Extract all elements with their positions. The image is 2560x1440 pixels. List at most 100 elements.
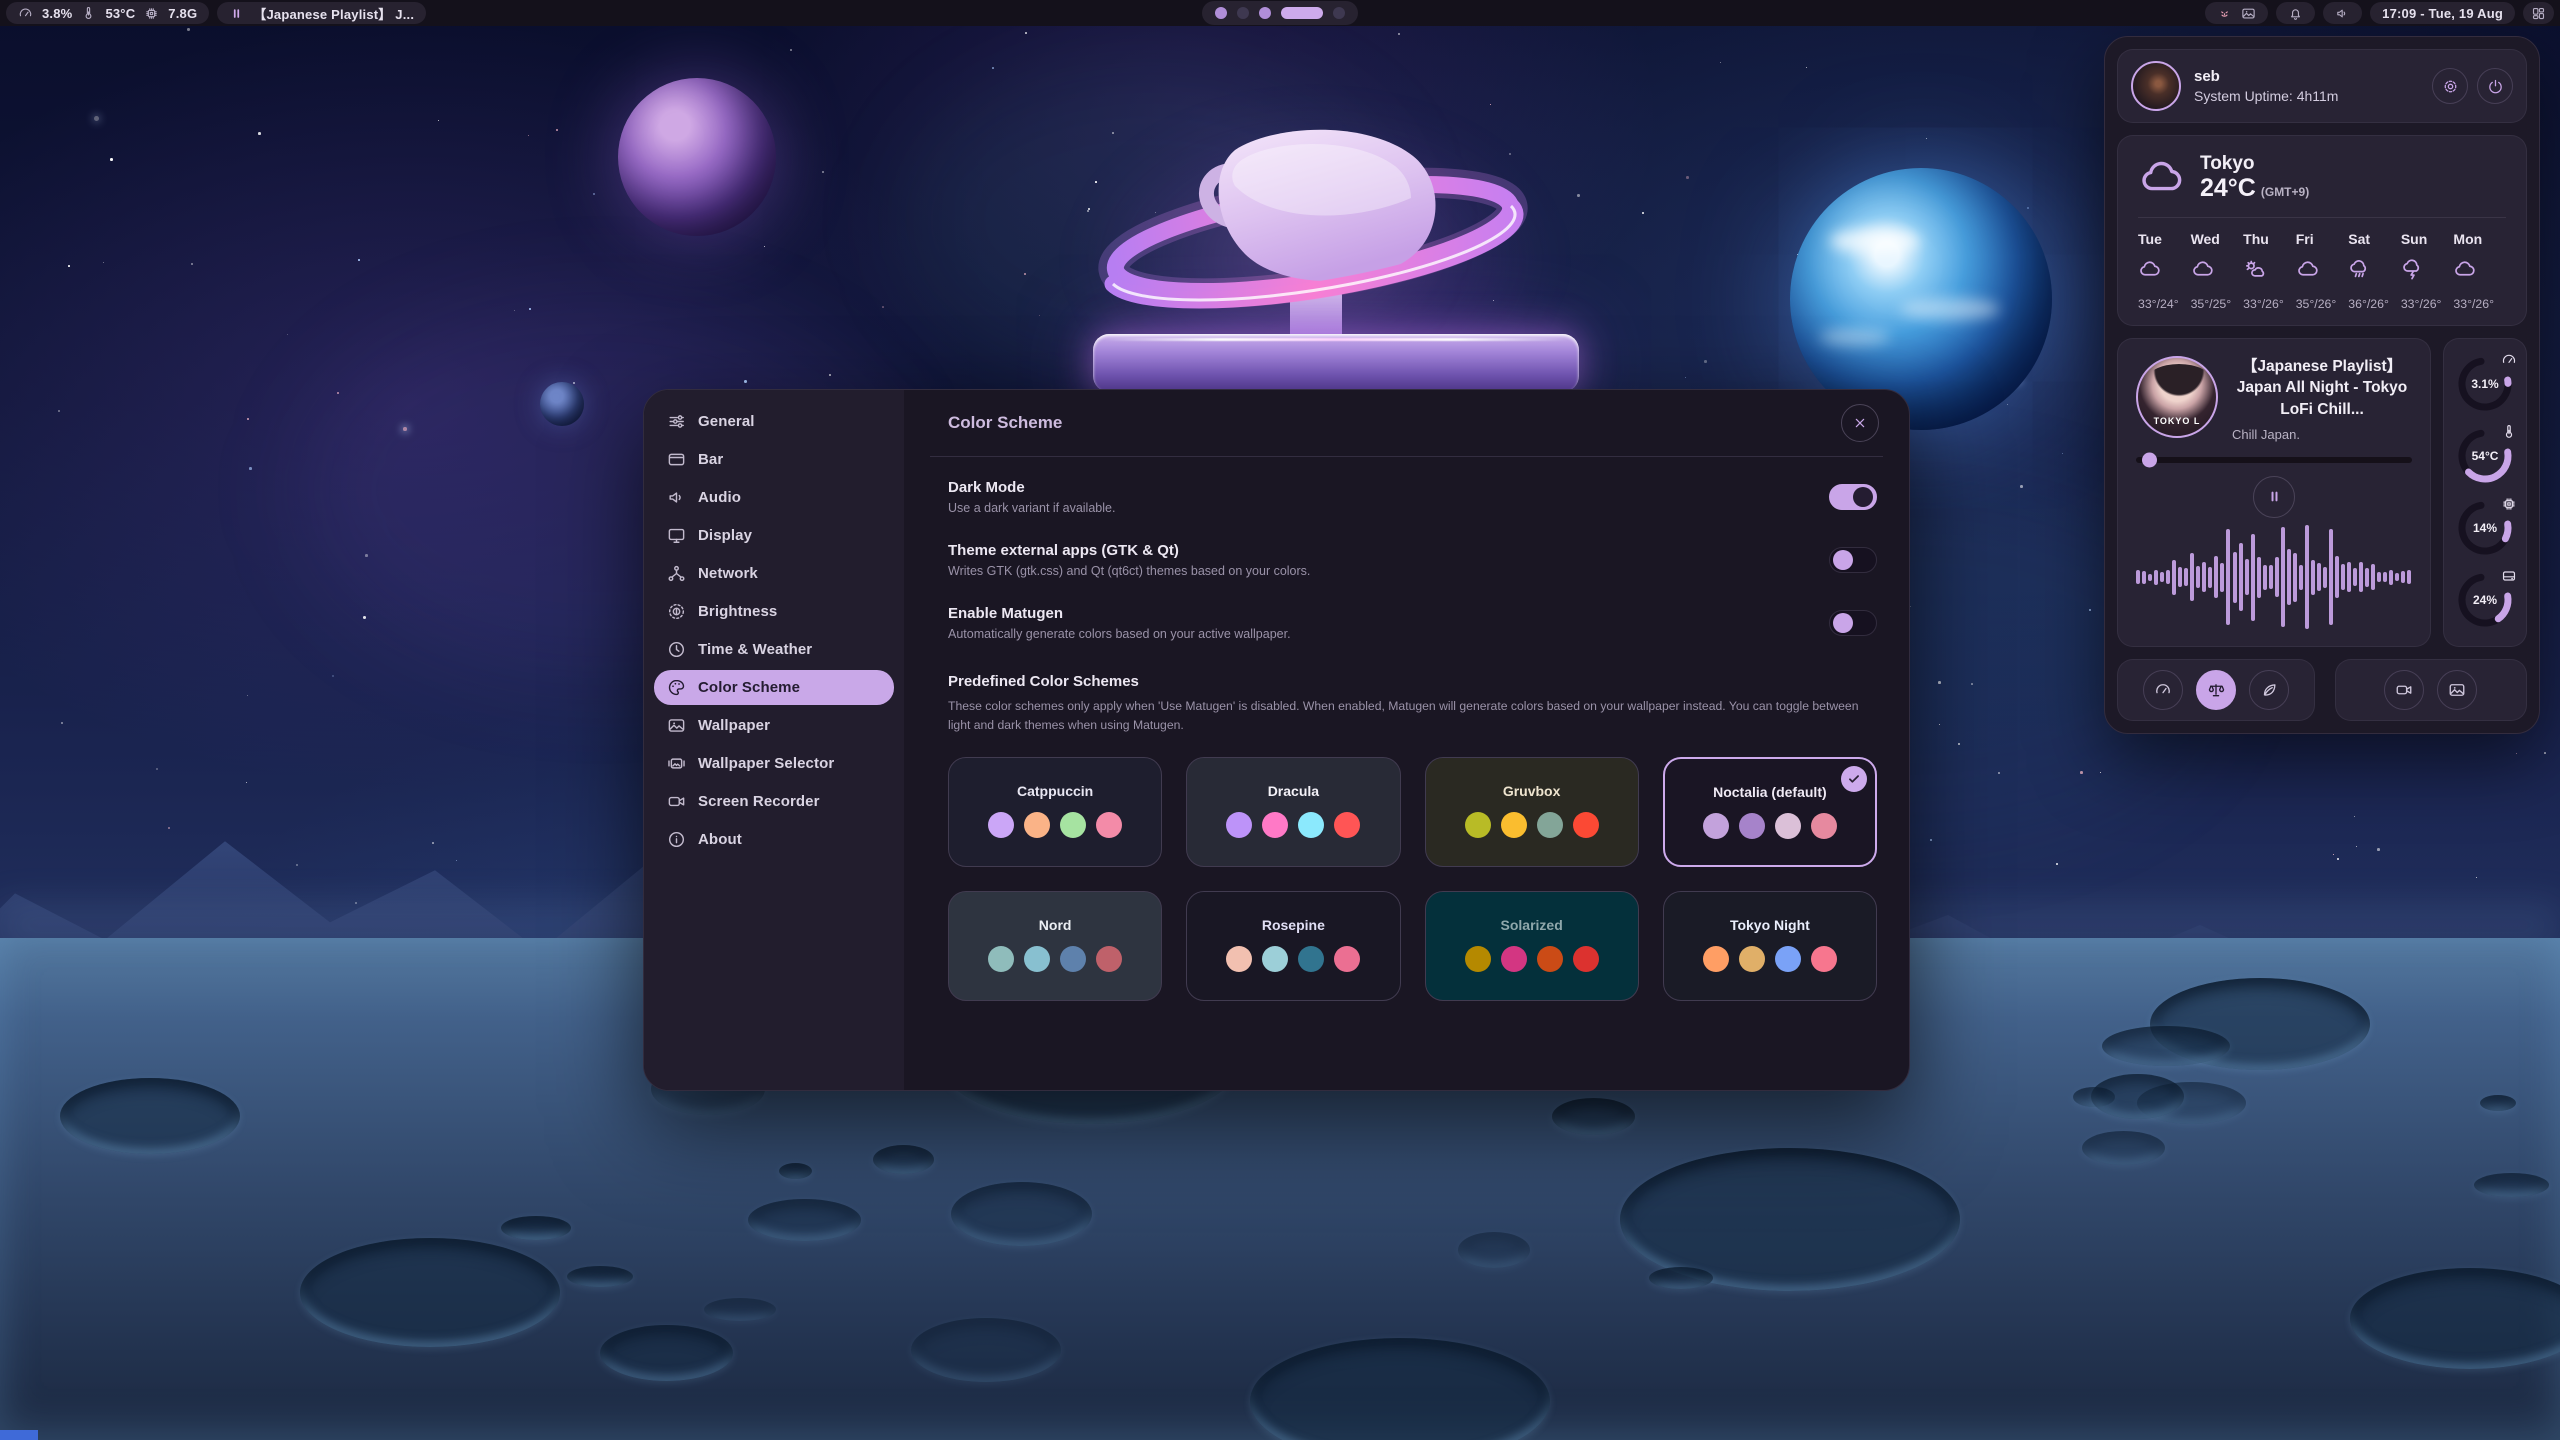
media-pill[interactable]: 【Japanese Playlist】 J...: [217, 2, 426, 24]
forecast-day-label: Sat: [2348, 231, 2401, 247]
workspace-dot-4[interactable]: [1281, 7, 1323, 19]
profile-speedometer-button[interactable]: [2143, 670, 2183, 710]
scheme-card-catppuccin[interactable]: Catppuccin: [948, 757, 1162, 867]
sidebar-item-brightness[interactable]: Brightness: [654, 594, 894, 629]
enable-matugen-toggle[interactable]: [1829, 610, 1877, 636]
sidebar-item-label: General: [698, 413, 755, 430]
scheme-card-noctalia-default[interactable]: Noctalia (default): [1663, 757, 1877, 867]
star: [2333, 854, 2334, 855]
workspace-dot-1[interactable]: [1215, 7, 1227, 19]
info-icon: [667, 830, 686, 849]
swatch-3: [1537, 812, 1563, 838]
sidebar-item-wallpaper[interactable]: Wallpaper: [654, 708, 894, 743]
crater: [1458, 1232, 1530, 1268]
scheme-card-solarized[interactable]: Solarized: [1425, 891, 1639, 1001]
setting-text: Enable MatugenAutomatically generate col…: [948, 605, 1291, 641]
swatch-row: [1703, 946, 1837, 972]
dark-mode-toggle[interactable]: [1829, 484, 1877, 510]
progress-knob[interactable]: [2142, 452, 2157, 467]
sidebar-item-network[interactable]: Network: [654, 556, 894, 591]
tray-pill[interactable]: [2205, 2, 2268, 24]
sidebar-item-label: Wallpaper: [698, 717, 770, 734]
sidebar-item-label: Display: [698, 527, 752, 544]
play-pause-button[interactable]: [2253, 476, 2295, 518]
swatch-2: [1739, 813, 1765, 839]
close-button[interactable]: [1841, 404, 1879, 442]
waveform-bar: [2233, 552, 2237, 603]
sidebar-item-about[interactable]: About: [654, 822, 894, 857]
notifications-pill[interactable]: [2276, 2, 2315, 24]
disk-icon: [2501, 568, 2517, 584]
waveform-bar: [2383, 572, 2387, 582]
profile-scales-button[interactable]: [2196, 670, 2236, 710]
volume-icon: [2335, 6, 2350, 21]
star: [358, 259, 360, 261]
star: [438, 120, 439, 121]
sidebar-item-label: Audio: [698, 489, 741, 506]
swatch-row: [1703, 813, 1837, 839]
sidebar-item-display[interactable]: Display: [654, 518, 894, 553]
workspace-dot-2[interactable]: [1237, 7, 1249, 19]
media-progress-bar[interactable]: [2136, 457, 2412, 463]
settings-sidebar: General Bar Audio Display Network Brightness T…: [644, 390, 904, 1090]
profile-leaf-button[interactable]: [2249, 670, 2289, 710]
videocam-icon: [2395, 681, 2413, 699]
waveform-bar: [2359, 562, 2363, 592]
sidebar-item-label: Brightness: [698, 603, 777, 620]
swatch-2: [1262, 946, 1288, 972]
workspace-indicator: [1202, 1, 1358, 25]
power-button[interactable]: [2477, 68, 2513, 104]
sidebar-item-screen-recorder[interactable]: Screen Recorder: [654, 784, 894, 819]
star: [258, 132, 261, 135]
sidebar-item-wallpaper-selector[interactable]: Wallpaper Selector: [654, 746, 894, 781]
swatch-row: [988, 812, 1122, 838]
star: [247, 695, 248, 696]
waveform-bar: [2329, 529, 2333, 625]
wallpaper-tray-icon[interactable]: [2241, 6, 2256, 21]
videocam-action-button[interactable]: [2384, 670, 2424, 710]
crater: [2082, 1131, 2165, 1165]
settings-button[interactable]: [2432, 68, 2468, 104]
scheme-card-nord[interactable]: Nord: [948, 891, 1162, 1001]
scheme-card-tokyo-night[interactable]: Tokyo Night: [1663, 891, 1877, 1001]
control-center: seb System Uptime: 4h11m Tokyo 24°C (GMT…: [2104, 36, 2540, 734]
system-stats-pill[interactable]: 3.8% 53°C 7.8G: [6, 2, 209, 24]
star: [1930, 839, 1932, 841]
palette-icon: [667, 678, 686, 697]
clock-pill[interactable]: 17:09 - Tue, 19 Aug: [2370, 2, 2515, 24]
rain-icon: [2348, 258, 2371, 281]
sidebar-item-label: Network: [698, 565, 758, 582]
bell-icon: [2288, 6, 2303, 21]
scheme-title: Catppuccin: [1017, 783, 1093, 799]
waveform-bar: [2395, 573, 2399, 581]
scheme-card-gruvbox[interactable]: Gruvbox: [1425, 757, 1639, 867]
sidebar-item-general[interactable]: General: [654, 404, 894, 439]
swatch-2: [1024, 946, 1050, 972]
pause-icon: [229, 6, 244, 21]
scheme-card-dracula[interactable]: Dracula: [1186, 757, 1400, 867]
sidebar-item-label: Wallpaper Selector: [698, 755, 834, 772]
overview-pill[interactable]: [2523, 2, 2554, 24]
theme-external-apps-gtk-qt-toggle[interactable]: [1829, 547, 1877, 573]
image-action-button[interactable]: [2437, 670, 2477, 710]
sidebar-item-color-scheme[interactable]: Color Scheme: [654, 670, 894, 705]
sidebar-item-time-weather[interactable]: Time & Weather: [654, 632, 894, 667]
swatch-4: [1096, 812, 1122, 838]
crater: [1552, 1098, 1635, 1135]
star: [1806, 67, 1807, 68]
workspace-dot-3[interactable]: [1259, 7, 1271, 19]
clock-text: 17:09 - Tue, 19 Aug: [2382, 6, 2503, 21]
sidebar-item-bar[interactable]: Bar: [654, 442, 894, 477]
swatch-4: [1573, 812, 1599, 838]
section-description: These color schemes only apply when 'Use…: [948, 697, 1877, 735]
star: [456, 860, 457, 861]
star: [365, 554, 368, 557]
tray-glyph-icon[interactable]: [2217, 6, 2232, 21]
sidebar-item-audio[interactable]: Audio: [654, 480, 894, 515]
star: [2007, 404, 2008, 405]
gauge-54-c: 54°C: [2456, 427, 2514, 485]
workspace-dot-5[interactable]: [1333, 7, 1345, 19]
swatch-2: [1501, 812, 1527, 838]
scheme-card-rosepine[interactable]: Rosepine: [1186, 891, 1400, 1001]
volume-pill[interactable]: [2323, 2, 2362, 24]
